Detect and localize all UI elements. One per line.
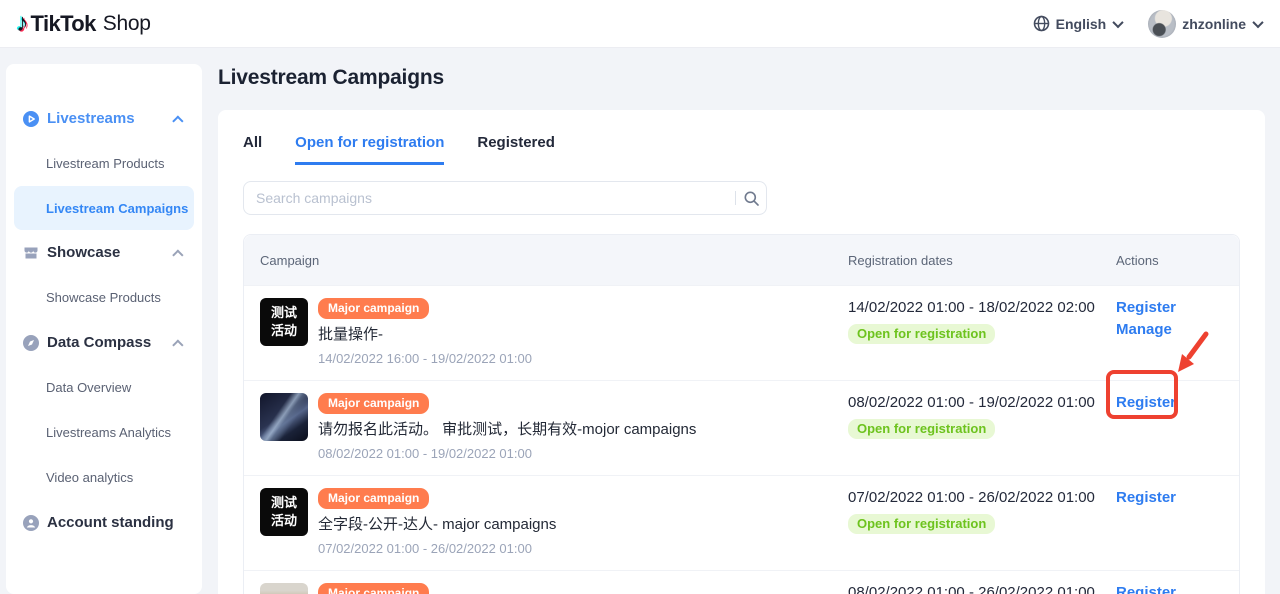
person-circle-icon [23,515,39,531]
sidebar-item-livestream-products[interactable]: Livestream Products [6,141,202,186]
language-label: English [1056,16,1107,32]
table-row: 测试 活动 Major campaign 全字段-公开-达人- major ca… [244,475,1239,570]
table-row: 测试 活动 Major campaign 批量操作- 14/02/2022 16… [244,285,1239,380]
sidebar-item-livestreams[interactable]: Livestreams [6,96,202,141]
registration-dates: 07/02/2022 01:00 - 26/02/2022 01:00 [848,489,1095,506]
campaign-thumbnail: 测试 活动 [260,488,308,536]
sidebar-item-label: Account standing [47,514,184,531]
major-campaign-badge: Major campaign [318,298,429,319]
manage-link[interactable]: Manage [1116,320,1172,340]
column-header-campaign: Campaign [244,253,848,268]
user-avatar [1148,10,1176,38]
sidebar-subitem-label: Data Overview [46,380,131,395]
chevron-down-icon [1113,16,1124,27]
register-link[interactable]: Register [1116,583,1176,594]
sidebar: Livestreams Livestream Products Livestre… [6,64,202,594]
table-row: Major campaign 审批 08/02/2022 01:00 - 26/… [244,570,1239,594]
sidebar-subitem-label: Livestream Products [46,156,165,171]
sidebar-subitem-label: Showcase Products [46,290,161,305]
register-link[interactable]: Register [1116,488,1176,508]
tab-bar: All Open for registration Registered [243,134,1240,165]
user-menu[interactable]: zhzonline [1148,10,1262,38]
page-title: Livestream Campaigns [218,66,444,90]
registration-dates: 14/02/2022 01:00 - 18/02/2022 02:00 [848,299,1095,316]
brand-name: TikTok [31,11,96,37]
column-header-registration-dates: Registration dates [848,253,1116,268]
campaign-title: 批量操作- [318,323,383,344]
search-input[interactable] [244,190,735,206]
status-badge: Open for registration [848,324,995,344]
campaign-dates: 08/02/2022 01:00 - 19/02/2022 01:00 [318,446,532,461]
register-link[interactable]: Register [1116,298,1176,318]
search-icon[interactable] [736,191,766,206]
compass-icon [23,335,39,351]
major-campaign-badge: Major campaign [318,393,429,414]
major-campaign-badge: Major campaign [318,583,429,594]
sidebar-item-label: Data Compass [47,334,176,351]
search-box [243,181,767,215]
sidebar-subitem-label: Video analytics [46,470,133,485]
campaigns-table: Campaign Registration dates Actions 测试 活… [243,234,1240,594]
sidebar-item-showcase[interactable]: Showcase [6,230,202,275]
campaign-title: 请勿报名此活动。 审批测试，长期有效-mojor campaigns [318,418,696,439]
globe-icon [1033,15,1050,32]
table-header: Campaign Registration dates Actions [244,235,1239,285]
chevron-down-icon [1252,16,1263,27]
register-link-highlighted[interactable]: Register [1116,393,1176,413]
campaigns-card: All Open for registration Registered Cam… [218,110,1265,594]
top-bar: ♪ TikTok Shop English zhzonline [0,0,1280,48]
tab-registered[interactable]: Registered [477,134,555,165]
table-row: Major campaign 请勿报名此活动。 审批测试，长期有效-mojor … [244,380,1239,475]
sidebar-item-livestream-campaigns[interactable]: Livestream Campaigns [14,186,194,230]
campaign-thumbnail [260,583,308,594]
sidebar-subitem-label: Livestreams Analytics [46,425,171,440]
campaign-dates: 14/02/2022 16:00 - 19/02/2022 01:00 [318,351,532,366]
storefront-icon [23,245,39,261]
tab-all[interactable]: All [243,134,262,165]
registration-dates: 08/02/2022 01:00 - 26/02/2022 01:00 [848,584,1095,594]
status-badge: Open for registration [848,514,995,534]
registration-dates: 08/02/2022 01:00 - 19/02/2022 01:00 [848,394,1095,411]
sidebar-item-data-overview[interactable]: Data Overview [6,365,202,410]
tab-open-for-registration[interactable]: Open for registration [295,134,444,165]
campaign-title: 全字段-公开-达人- major campaigns [318,513,556,534]
campaign-dates: 07/02/2022 01:00 - 26/02/2022 01:00 [318,541,532,556]
status-badge: Open for registration [848,419,995,439]
major-campaign-badge: Major campaign [318,488,429,509]
campaign-thumbnail [260,393,308,441]
sidebar-item-label: Showcase [47,244,176,261]
tiktok-shop-logo[interactable]: ♪ TikTok Shop [16,11,151,37]
campaign-thumbnail: 测试 活动 [260,298,308,346]
sidebar-item-account-standing[interactable]: Account standing [6,500,202,545]
sidebar-item-livestreams-analytics[interactable]: Livestreams Analytics [6,410,202,455]
column-header-actions: Actions [1116,253,1241,268]
language-selector[interactable]: English [1033,15,1123,32]
play-circle-icon [23,111,39,127]
sidebar-subitem-label: Livestream Campaigns [46,201,188,216]
sidebar-item-data-compass[interactable]: Data Compass [6,320,202,365]
sidebar-item-label: Livestreams [47,110,176,127]
tiktok-note-icon: ♪ [16,11,29,36]
username-label: zhzonline [1182,16,1246,32]
sidebar-item-video-analytics[interactable]: Video analytics [6,455,202,500]
sidebar-item-showcase-products[interactable]: Showcase Products [6,275,202,320]
brand-suffix: Shop [103,12,151,36]
